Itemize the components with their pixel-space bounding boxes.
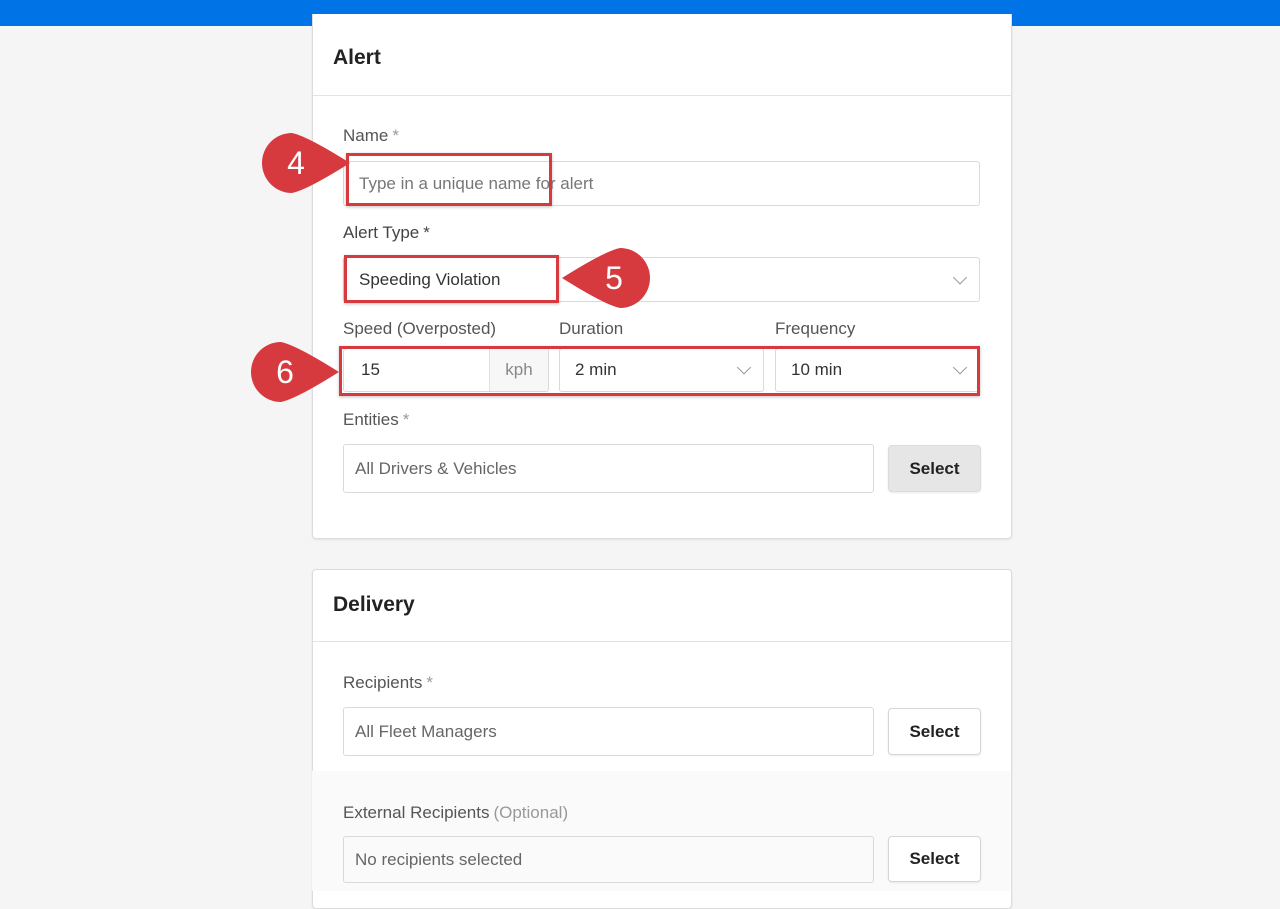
speed-label: Speed (Overposted)	[343, 319, 497, 338]
callout-marker-5: 5	[560, 248, 650, 308]
alert-card-divider	[313, 95, 1011, 96]
delivery-card-divider	[313, 641, 1011, 642]
callout-number: 6	[276, 353, 294, 390]
frequency-label: Frequency	[775, 319, 856, 338]
highlight-box-name	[346, 153, 552, 206]
external-recipients-field[interactable]: No recipients selected	[343, 836, 874, 883]
alert-card-title: Alert	[333, 46, 381, 69]
recipients-label: Recipients *	[343, 673, 433, 692]
external-recipients-select-button[interactable]: Select	[888, 836, 981, 882]
alert-type-label: Alert Type *	[343, 223, 430, 242]
recipients-field[interactable]: All Fleet Managers	[343, 707, 874, 756]
highlight-box-alert-type	[344, 255, 559, 303]
recipients-select-button[interactable]: Select	[888, 708, 981, 755]
entities-label: Entities *	[343, 410, 410, 429]
callout-number: 4	[287, 144, 305, 181]
external-recipients-label: External Recipients (Optional)	[343, 803, 569, 822]
highlight-box-speed-row	[339, 346, 980, 396]
delivery-card-title: Delivery	[333, 593, 415, 616]
callout-marker-4: 4	[262, 133, 352, 193]
duration-label: Duration	[559, 319, 624, 338]
callout-number: 5	[605, 259, 623, 296]
entities-field[interactable]: All Drivers & Vehicles	[343, 444, 874, 493]
callout-marker-6: 6	[251, 342, 341, 402]
chevron-down-icon	[952, 269, 968, 285]
entities-select-button[interactable]: Select	[888, 445, 981, 492]
